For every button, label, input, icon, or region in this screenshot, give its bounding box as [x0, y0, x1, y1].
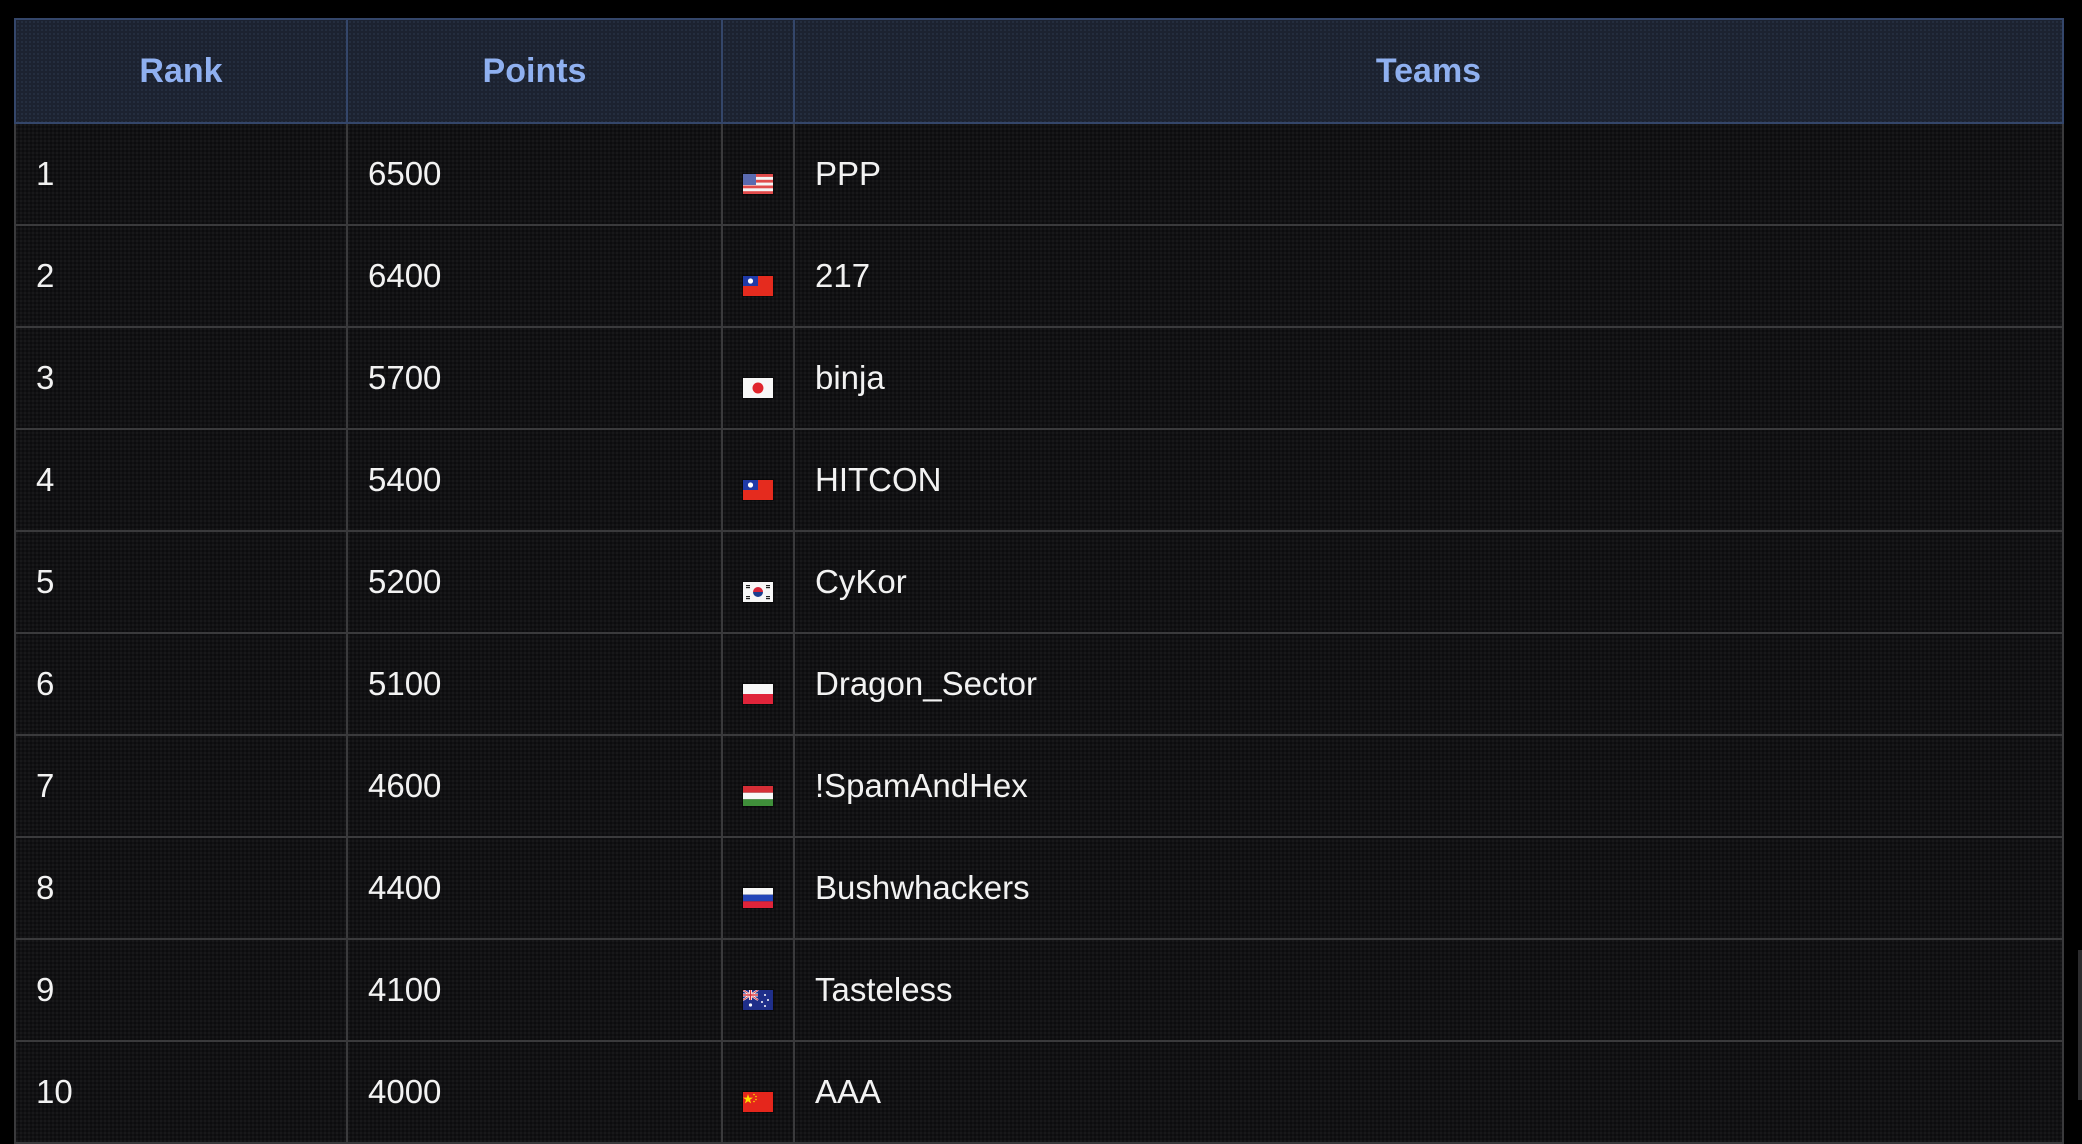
team-name-cell: Dragon_Sector [793, 632, 2064, 736]
flag-cell [721, 122, 795, 226]
flag-cell [721, 1040, 795, 1144]
japan-flag-icon [743, 377, 773, 398]
flag-cell [721, 734, 795, 838]
rank-cell: 3 [14, 326, 348, 430]
team-name-cell: binja [793, 326, 2064, 430]
us-flag-icon [743, 173, 773, 194]
teams-column-header[interactable]: Teams [793, 18, 2064, 124]
rank-cell: 5 [14, 530, 348, 634]
points-cell: 5200 [346, 530, 723, 634]
hungary-flag-icon [743, 785, 773, 806]
team-name-cell: PPP [793, 122, 2064, 226]
rank-cell: 8 [14, 836, 348, 940]
table-row: 7 4600 !SpamAndHex [14, 734, 2064, 838]
points-cell: 4600 [346, 734, 723, 838]
table-row: 4 5400 HITCON [14, 428, 2064, 532]
china-flag-icon [743, 1091, 773, 1112]
points-cell: 5100 [346, 632, 723, 736]
scoreboard-table: Rank Points Teams 1 6500 PPP 2 6400 217 … [14, 18, 2064, 1144]
flag-column-header [721, 18, 795, 124]
team-name-cell: AAA [793, 1040, 2064, 1144]
flag-cell [721, 326, 795, 430]
table-row: 2 6400 217 [14, 224, 2064, 328]
team-name-cell: 217 [793, 224, 2064, 328]
russia-flag-icon [743, 887, 773, 908]
table-row: 10 4000 AAA [14, 1040, 2064, 1144]
table-row: 1 6500 PPP [14, 122, 2064, 226]
team-name-cell: Bushwhackers [793, 836, 2064, 940]
poland-flag-icon [743, 683, 773, 704]
team-name-cell: CyKor [793, 530, 2064, 634]
rank-cell: 2 [14, 224, 348, 328]
points-cell: 6400 [346, 224, 723, 328]
south-korea-flag-icon [743, 581, 773, 602]
rank-column-header[interactable]: Rank [14, 18, 348, 124]
team-name-cell: HITCON [793, 428, 2064, 532]
points-cell: 4100 [346, 938, 723, 1042]
flag-cell [721, 428, 795, 532]
points-cell: 5400 [346, 428, 723, 532]
flag-cell [721, 224, 795, 328]
taiwan-flag-icon [743, 275, 773, 296]
flag-cell [721, 530, 795, 634]
rank-cell: 4 [14, 428, 348, 532]
table-row: 3 5700 binja [14, 326, 2064, 430]
rank-cell: 9 [14, 938, 348, 1042]
rank-cell: 6 [14, 632, 348, 736]
australia-flag-icon [743, 989, 773, 1010]
table-row: 6 5100 Dragon_Sector [14, 632, 2064, 736]
rank-cell: 10 [14, 1040, 348, 1144]
flag-cell [721, 632, 795, 736]
table-row: 9 4100 Tasteless [14, 938, 2064, 1042]
rank-cell: 7 [14, 734, 348, 838]
scrollbar-edge[interactable] [2078, 950, 2082, 1100]
points-column-header[interactable]: Points [346, 18, 723, 124]
team-name-cell: Tasteless [793, 938, 2064, 1042]
taiwan-flag-icon [743, 479, 773, 500]
rank-cell: 1 [14, 122, 348, 226]
flag-cell [721, 938, 795, 1042]
header-row: Rank Points Teams [14, 18, 2064, 124]
flag-cell [721, 836, 795, 940]
points-cell: 4400 [346, 836, 723, 940]
table-row: 5 5200 CyKor [14, 530, 2064, 634]
points-cell: 5700 [346, 326, 723, 430]
team-name-cell: !SpamAndHex [793, 734, 2064, 838]
table-row: 8 4400 Bushwhackers [14, 836, 2064, 940]
points-cell: 6500 [346, 122, 723, 226]
points-cell: 4000 [346, 1040, 723, 1144]
